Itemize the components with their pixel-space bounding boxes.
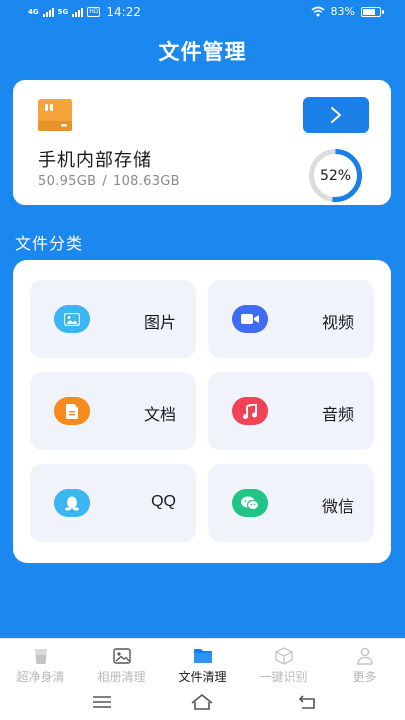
category-images[interactable]: 图片 xyxy=(30,280,196,358)
category-label: 视频 xyxy=(321,315,354,332)
back-icon[interactable] xyxy=(296,692,320,712)
storage-separator: / xyxy=(102,174,107,189)
nav-item-files[interactable]: 文件清理 xyxy=(162,639,243,687)
nav-label: 文件清理 xyxy=(178,670,227,684)
category-label: 微信 xyxy=(321,499,354,516)
chevron-right-icon xyxy=(331,107,341,123)
sd-card-icon xyxy=(38,99,72,131)
status-right: 83% xyxy=(311,5,384,18)
category-wechat[interactable]: 微信 xyxy=(208,464,374,542)
category-label: QQ xyxy=(151,493,176,510)
bottom-nav: 超净身清 相册清理 文件清理 一键识别 更多 xyxy=(0,638,405,686)
category-audio[interactable]: 音频 xyxy=(208,372,374,450)
status-time: 14:22 xyxy=(106,5,141,19)
signal-label-1: 4G xyxy=(28,7,39,16)
page-title: 文件管理 xyxy=(158,40,247,64)
category-video[interactable]: 视频 xyxy=(208,280,374,358)
video-camera-icon xyxy=(232,305,268,333)
qq-penguin-icon xyxy=(54,489,90,517)
status-bar: 4G 5G HD 14:22 83% xyxy=(0,0,405,26)
category-label: 音频 xyxy=(321,407,354,424)
wifi-icon xyxy=(311,6,325,17)
photo-album-icon xyxy=(113,648,131,664)
nav-item-album[interactable]: 相册清理 xyxy=(81,639,162,687)
status-left: 4G 5G HD 14:22 xyxy=(28,5,141,19)
category-label: 文档 xyxy=(143,407,176,424)
signal-bars-icon xyxy=(72,7,84,17)
signal-label-2: 5G xyxy=(57,7,69,16)
image-icon xyxy=(54,305,90,333)
battery-percent: 83% xyxy=(330,5,355,18)
folder-icon xyxy=(194,649,212,663)
open-storage-button[interactable] xyxy=(303,97,369,133)
wechat-icon xyxy=(232,489,268,517)
music-note-icon xyxy=(232,397,268,425)
user-icon xyxy=(357,647,373,665)
nav-label: 一键识别 xyxy=(259,670,308,684)
battery-fill xyxy=(363,8,376,15)
storage-total: 108.63GB xyxy=(113,174,180,189)
category-panel: 图片 视频 文档 音频 QQ 微信 xyxy=(13,260,391,563)
document-icon xyxy=(54,397,90,425)
cup-icon xyxy=(35,649,47,664)
categories-title: 文件分类 xyxy=(15,234,84,253)
nav-label: 超净身清 xyxy=(16,670,65,684)
nav-item-more[interactable]: 更多 xyxy=(324,639,405,687)
category-qq[interactable]: QQ xyxy=(30,464,196,542)
storage-usage-ring: 52% xyxy=(307,147,364,204)
signal-bars-icon xyxy=(42,7,54,17)
menu-icon[interactable] xyxy=(90,692,114,712)
hd-badge: HD xyxy=(87,7,101,17)
battery-icon xyxy=(361,6,384,17)
storage-used: 50.95GB xyxy=(38,174,97,189)
nav-label: 更多 xyxy=(352,670,377,684)
nav-item-identify[interactable]: 一键识别 xyxy=(243,639,324,687)
nav-item-clean[interactable]: 超净身清 xyxy=(0,639,81,687)
storage-card[interactable]: 手机内部存储 50.95GB / 108.63GB 52% xyxy=(13,80,391,205)
storage-size: 50.95GB / 108.63GB xyxy=(38,174,180,189)
usage-percent: 52% xyxy=(319,167,352,184)
category-documents[interactable]: 文档 xyxy=(30,372,196,450)
home-icon[interactable] xyxy=(190,692,214,712)
nav-label: 相册清理 xyxy=(97,670,146,684)
box-scan-icon xyxy=(275,647,293,665)
category-label: 图片 xyxy=(143,315,176,332)
storage-name: 手机内部存储 xyxy=(38,150,152,171)
system-nav-bar xyxy=(0,686,405,720)
